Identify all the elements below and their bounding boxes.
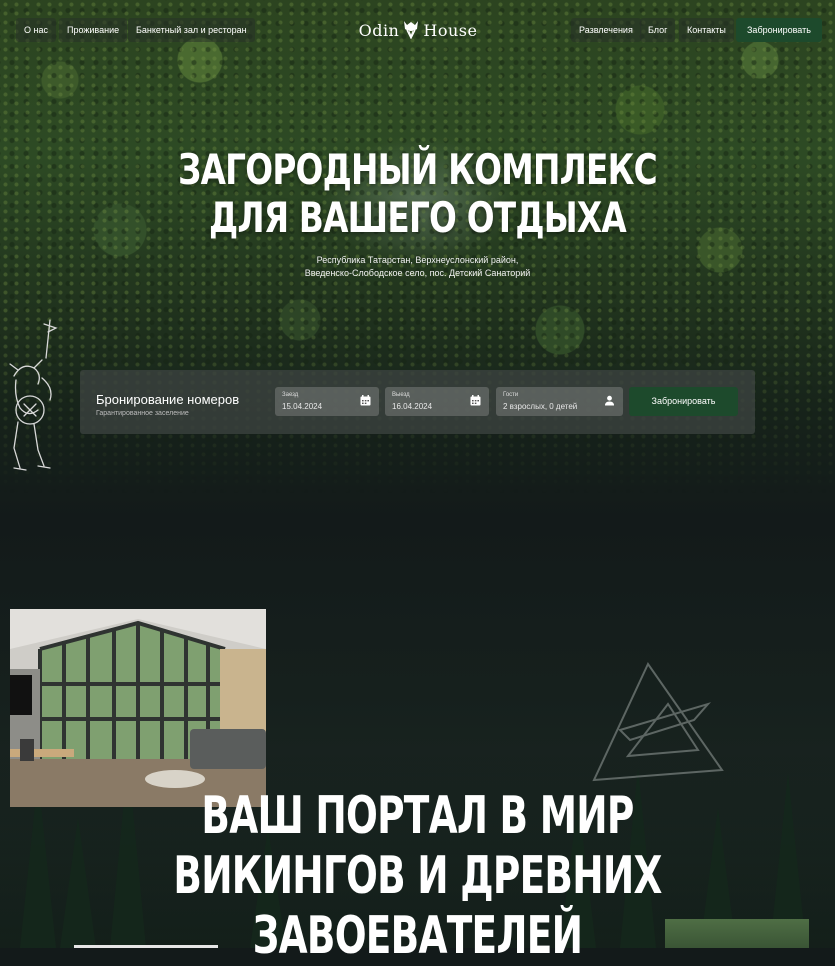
forest-photo-thumbnail [665,919,809,948]
logo-word-house: House [423,20,478,40]
section-title-line-2: ВИКИНГОВ И ДРЕВНИХ [173,846,662,906]
booking-widget: Бронирование номеров Гарантированное зас… [80,370,755,434]
section-title: ВАШ ПОРТАЛ В МИР ВИКИНГОВ И ДРЕВНИХ ЗАВО… [117,786,718,966]
checkin-label: Заезд [282,392,299,398]
interior-photo [10,609,266,807]
user-icon [605,395,614,406]
nav-contacts[interactable]: Контакты [679,18,734,42]
site-logo[interactable]: Odin House [359,16,477,44]
hero-title: ЗАГОРОДНЫЙ КОМПЛЕКС ДЛЯ ВАШЕГО ОТДЫХА [92,146,743,242]
hero-address: Республика Татарстан, Верхнеуслонский ра… [0,254,835,280]
section-title-line-1: ВАШ ПОРТАЛ В МИР [201,786,634,846]
booking-submit-button[interactable]: Забронировать [629,387,738,416]
valknut-symbol-icon [592,662,724,782]
guests-field[interactable]: Гости 2 взрослых, 0 детей [496,387,623,416]
viking-helmet-icon [402,17,420,43]
hero-title-line-1: ЗАГОРОДНЫЙ КОМПЛЕКС [178,145,658,194]
booking-note: Гарантированное заселение [96,410,189,417]
nav-banquet[interactable]: Банкетный зал и ресторан [128,18,255,42]
hero-address-line-2: Введенско-Слободское село, пос. Детский … [304,268,531,278]
guests-value: 2 взрослых, 0 детей [503,402,578,411]
booking-title: Бронирование номеров [96,392,240,407]
checkin-field[interactable]: Заезд 15.04.2024 [275,387,379,416]
nav-about[interactable]: О нас [16,18,56,42]
section-title-line-3: ЗАВОЕВАТЕЛЕЙ [252,906,583,966]
checkin-value: 15.04.2024 [282,402,323,411]
nav-entertainment[interactable]: Развлечения [571,18,641,42]
nav-blog[interactable]: Блог [640,18,676,42]
logo-word-odin: Odin [358,20,400,40]
calendar-icon [470,395,481,406]
hero-title-line-2: ДЛЯ ВАШЕГО ОТДЫХА [208,193,627,242]
checkout-value: 16.04.2024 [392,402,433,411]
checkout-field[interactable]: Выезд 16.04.2024 [385,387,489,416]
nav-book-button[interactable]: Забронировать [736,18,822,42]
checkout-label: Выезд [392,392,410,398]
hero-address-line-1: Республика Татарстан, Верхнеуслонский ра… [316,255,519,265]
nav-accommodation[interactable]: Проживание [59,18,128,42]
guests-label: Гости [503,392,519,398]
viking-sketch-illustration [9,319,58,471]
calendar-icon [360,395,371,406]
